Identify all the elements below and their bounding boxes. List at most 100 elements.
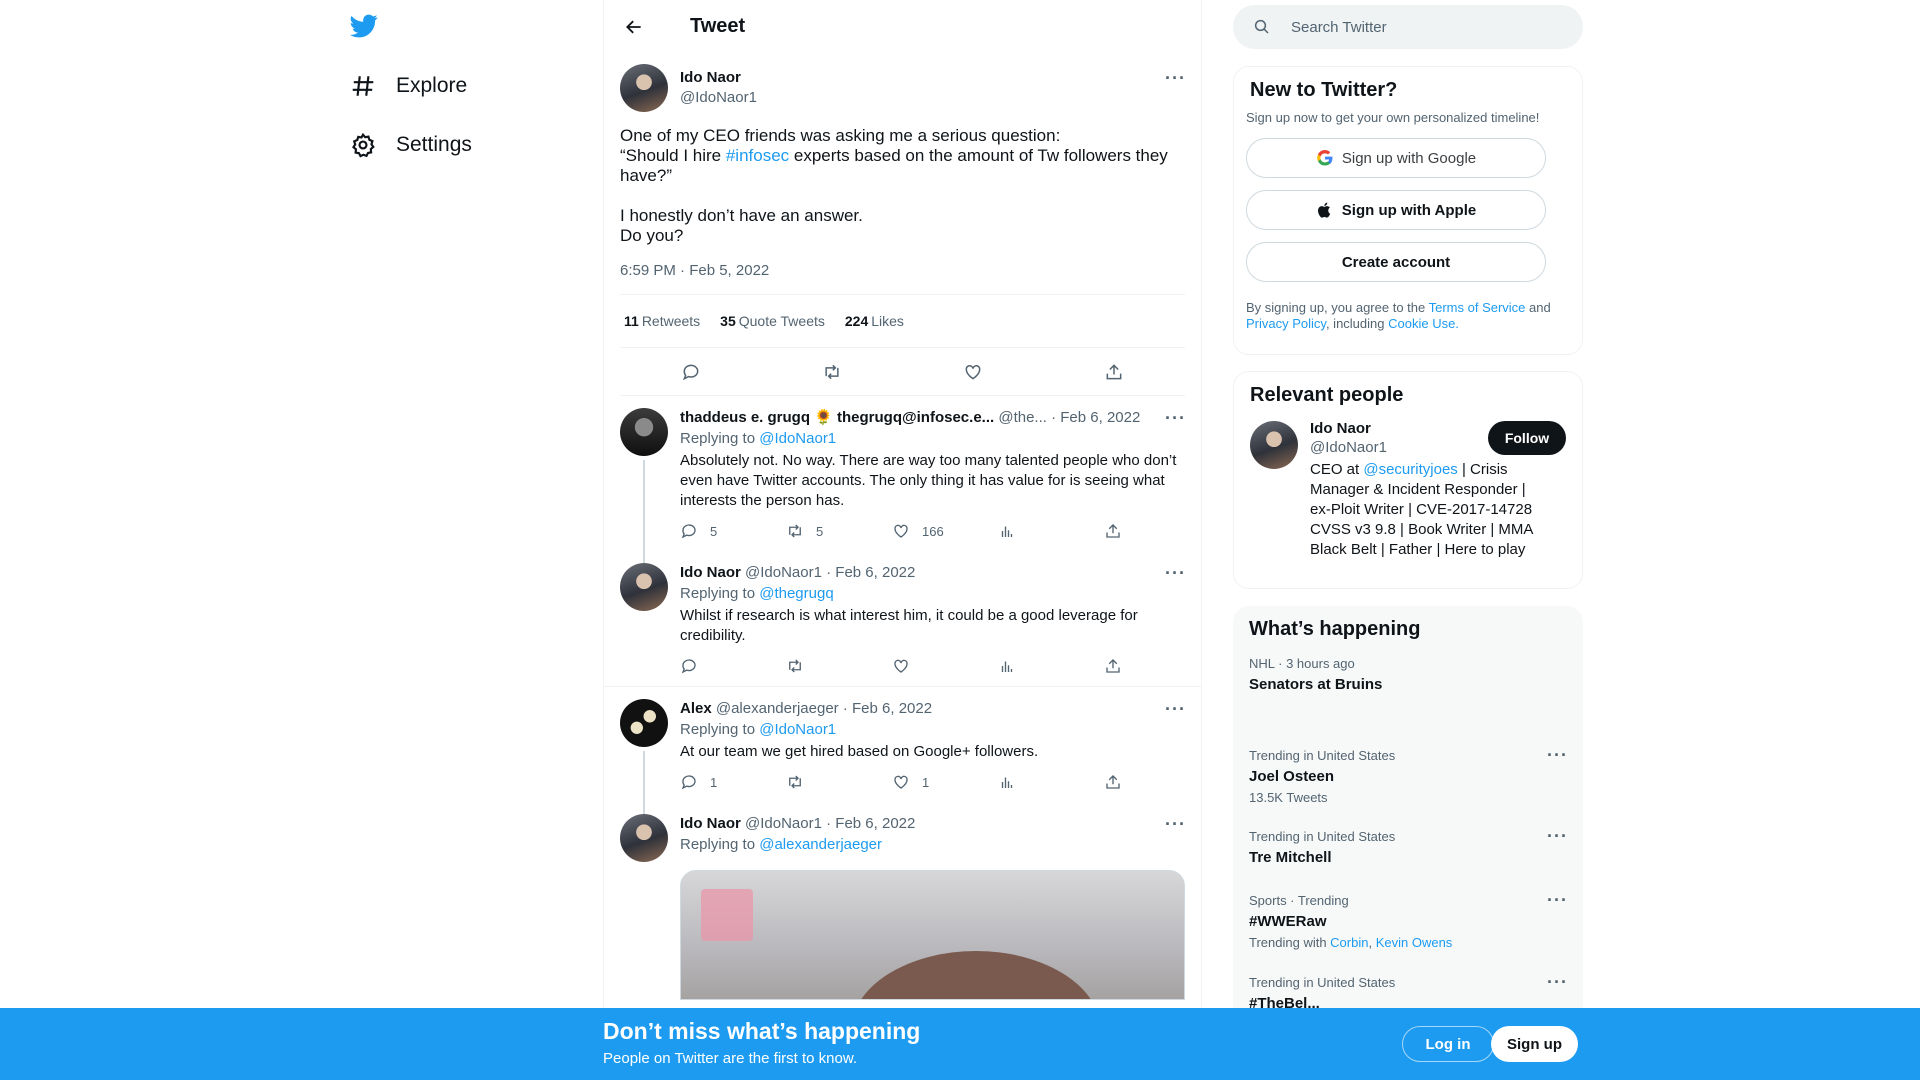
retweet-button[interactable] — [786, 657, 892, 675]
reply-tweet[interactable]: ··· Ido Naor @IdoNaor1 · Feb 6, 2022 Rep… — [604, 551, 1201, 687]
reply-button[interactable]: 5 — [680, 522, 786, 540]
reply-actions: 1 1 — [680, 772, 1185, 792]
attached-media-image[interactable] — [680, 870, 1185, 1000]
reply-date[interactable]: · Feb 6, 2022 — [843, 700, 932, 717]
retweet-button[interactable]: 5 — [786, 522, 892, 540]
replying-to-link[interactable]: @alexanderjaeger — [759, 836, 882, 853]
reply-handle[interactable]: @IdoNaor1 — [745, 815, 822, 832]
replying-to-link[interactable]: @IdoNaor1 — [759, 430, 836, 447]
trend-item[interactable]: Trending in United States Joel Osteen 13… — [1233, 746, 1583, 805]
share-button[interactable] — [1104, 773, 1134, 791]
reply-display-name[interactable]: Alex — [680, 700, 712, 717]
more-options-icon[interactable]: ··· — [1547, 827, 1567, 850]
author-handle[interactable]: @IdoNaor1 — [680, 88, 757, 108]
like-count: 1 — [922, 774, 930, 790]
more-options-icon[interactable]: ··· — [1547, 891, 1567, 914]
trend-name: Joel Osteen — [1249, 768, 1335, 785]
media-photo-subject — [851, 951, 1101, 999]
trend-related-link[interactable]: Corbin — [1330, 935, 1368, 950]
signup-button[interactable]: Sign up — [1491, 1026, 1578, 1062]
reply-display-name[interactable]: Ido Naor — [680, 564, 741, 581]
reply-button[interactable]: 1 — [680, 773, 786, 791]
reply-tweet[interactable]: ··· Ido Naor @IdoNaor1 · Feb 6, 2022 Rep… — [604, 802, 1201, 1010]
reply-tweet[interactable]: ··· thaddeus e. grugq 🌻 thegrugq@infosec… — [604, 396, 1201, 566]
trend-context: Trending in United States — [1249, 829, 1396, 844]
tweet-timestamp[interactable]: 6:59 PM · Feb 5, 2022 — [620, 262, 1185, 295]
search-bar[interactable] — [1233, 5, 1583, 49]
reply-count: 5 — [710, 523, 718, 539]
bio-mention-link[interactable]: @securityjoes — [1363, 461, 1457, 478]
like-icon[interactable] — [963, 362, 983, 382]
likes-stat[interactable]: 224 Likes — [845, 313, 904, 329]
analytics-button[interactable] — [998, 522, 1104, 540]
like-button[interactable]: 1 — [892, 773, 998, 791]
like-button[interactable]: 166 — [892, 522, 998, 540]
tweet-stats: 11 Retweets 35 Quote Tweets 224 Likes — [620, 295, 1185, 348]
avatar[interactable] — [620, 563, 668, 611]
like-button[interactable] — [892, 657, 998, 675]
search-input[interactable] — [1291, 18, 1551, 36]
relevant-person[interactable]: Ido Naor @IdoNaor1 CEO at @securityjoes … — [1234, 419, 1582, 560]
hashtag-link[interactable]: #infosec — [726, 146, 789, 165]
reply-display-name[interactable]: Ido Naor — [680, 815, 741, 832]
more-options-icon[interactable]: ··· — [1165, 564, 1185, 587]
more-options-icon[interactable]: ··· — [1547, 973, 1567, 996]
legal-prefix: By signing up, you agree to the — [1246, 300, 1429, 315]
google-signup-button[interactable]: Sign up with Google — [1246, 138, 1546, 178]
quotes-stat[interactable]: 35 Quote Tweets — [720, 313, 825, 329]
twitter-bird-icon[interactable] — [350, 12, 382, 44]
more-options-icon[interactable]: ··· — [1165, 409, 1185, 432]
share-button[interactable] — [1104, 522, 1134, 540]
retweet-button[interactable] — [786, 773, 892, 791]
reply-handle[interactable]: @IdoNaor1 — [745, 564, 822, 581]
reply-display-name[interactable]: thaddeus e. grugq 🌻 thegrugq@infosec.e..… — [680, 409, 994, 426]
replying-to-link[interactable]: @thegrugq — [759, 585, 833, 602]
avatar[interactable] — [620, 814, 668, 862]
analytics-button[interactable] — [998, 773, 1104, 791]
author-display-name[interactable]: Ido Naor — [680, 68, 757, 88]
reply-date[interactable]: · Feb 6, 2022 — [826, 815, 915, 832]
cookie-link[interactable]: Cookie Use. — [1388, 316, 1459, 331]
like-icon — [892, 773, 922, 791]
avatar[interactable] — [620, 64, 668, 112]
bio-prefix: CEO at — [1310, 461, 1364, 478]
google-signup-label: Sign up with Google — [1341, 149, 1477, 167]
reply-actions: 5 5 166 — [680, 521, 1185, 541]
terms-link[interactable]: Terms of Service — [1429, 300, 1526, 315]
more-options-icon[interactable]: ··· — [1547, 746, 1567, 769]
more-options-icon[interactable]: ··· — [1165, 700, 1185, 723]
reply-handle[interactable]: @the... — [998, 409, 1047, 426]
avatar[interactable] — [1250, 421, 1298, 469]
trend-related-link[interactable]: Kevin Owens — [1376, 935, 1453, 950]
reply-date[interactable]: · Feb 6, 2022 — [826, 564, 915, 581]
analytics-button[interactable] — [998, 657, 1104, 675]
reply-handle[interactable]: @alexanderjaeger — [716, 700, 839, 717]
reply-button[interactable] — [680, 657, 786, 675]
retweets-stat[interactable]: 11 Retweets — [624, 313, 700, 329]
replying-to-link[interactable]: @IdoNaor1 — [759, 721, 836, 738]
analytics-icon — [998, 522, 1028, 540]
avatar[interactable] — [620, 408, 668, 456]
reply-tweet[interactable]: ··· Alex @alexanderjaeger · Feb 6, 2022 … — [604, 687, 1201, 815]
retweet-icon[interactable] — [822, 362, 842, 382]
reply-date[interactable]: · Feb 6, 2022 — [1051, 409, 1140, 426]
reply-icon[interactable] — [681, 362, 701, 382]
trend-item[interactable]: NHL · 3 hours ago Senators at Bruins — [1233, 655, 1583, 695]
nav-item-settings[interactable]: Settings — [350, 125, 472, 165]
retweet-icon — [786, 657, 816, 675]
trend-name: Senators at Bruins — [1249, 676, 1383, 693]
more-options-icon[interactable]: ··· — [1165, 815, 1185, 838]
nav-item-explore[interactable]: Explore — [350, 66, 467, 106]
back-arrow-icon[interactable] — [620, 13, 648, 41]
create-account-button[interactable]: Create account — [1246, 242, 1546, 282]
trend-item[interactable]: Sports · Trending #WWERaw Trending with … — [1233, 891, 1583, 950]
avatar[interactable] — [620, 699, 668, 747]
privacy-link[interactable]: Privacy Policy — [1246, 316, 1326, 331]
share-icon[interactable] — [1104, 362, 1124, 382]
share-button[interactable] — [1104, 657, 1134, 675]
more-options-icon[interactable]: ··· — [1165, 69, 1185, 92]
follow-button[interactable]: Follow — [1488, 421, 1566, 455]
trend-item[interactable]: Trending in United States Tre Mitchell ·… — [1233, 827, 1583, 868]
apple-signup-button[interactable]: Sign up with Apple — [1246, 190, 1546, 230]
login-button[interactable]: Log in — [1402, 1026, 1494, 1062]
